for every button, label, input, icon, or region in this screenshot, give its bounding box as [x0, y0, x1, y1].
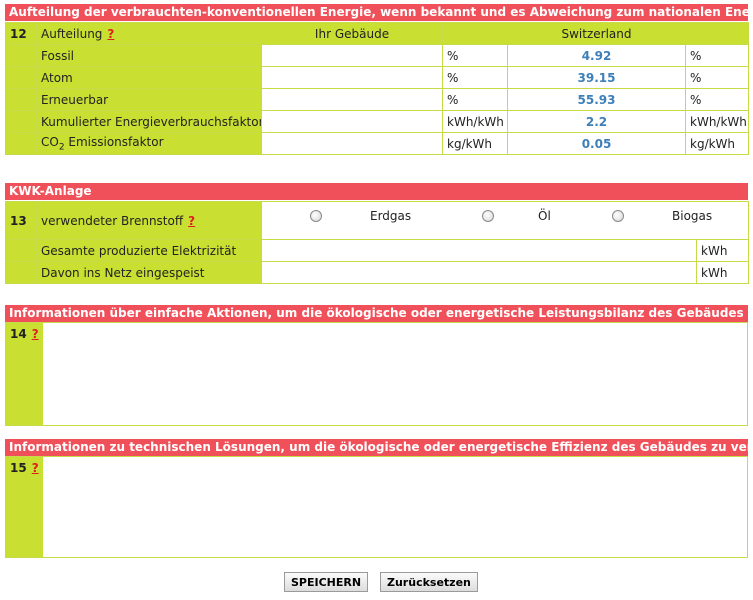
energy-factor-input[interactable]: [261, 110, 443, 133]
section-12-header: Aufteilung der verbrauchten-konventionel…: [5, 4, 748, 21]
unit-label: kWh: [696, 239, 749, 262]
section-15-side: 15?: [6, 457, 43, 557]
table-row: Gesamte produzierte Elektrizität kWh: [5, 239, 749, 262]
erdgas-label: Erdgas: [370, 209, 412, 223]
unit-label: %: [685, 88, 749, 111]
country-value: 39.15: [507, 66, 686, 89]
section-14-side: 14?: [6, 323, 43, 425]
unit-label: %: [442, 88, 508, 111]
col-country: Switzerland: [507, 22, 686, 45]
fossil-input[interactable]: [261, 44, 443, 67]
header-blank: [442, 22, 508, 45]
row-label: Erneuerbar: [36, 88, 262, 111]
erdgas-radio[interactable]: [310, 210, 322, 222]
row-spacer: [5, 88, 37, 111]
simple-actions-textarea[interactable]: [44, 323, 747, 425]
split-label-cell: Aufteilung?: [36, 22, 262, 45]
table-row: Atom % 39.15 %: [5, 66, 749, 89]
row-spacer: [5, 239, 37, 262]
country-value: 2.2: [507, 110, 686, 133]
reset-button[interactable]: Zurücksetzen: [380, 572, 478, 592]
co2-label-post: Emissionsfaktor: [64, 134, 164, 149]
unit-label: kWh: [696, 261, 749, 284]
section-number: 14: [10, 327, 27, 341]
row-label: CO2 Emissionsfaktor: [36, 132, 262, 155]
grid-feed-input[interactable]: [261, 261, 697, 284]
help-icon[interactable]: ?: [188, 214, 195, 228]
unit-label: %: [685, 44, 749, 67]
row-label: Kumulierter Energieverbrauchsfaktor: [36, 110, 262, 133]
biogas-radio[interactable]: [612, 210, 624, 222]
unit-label: %: [442, 66, 508, 89]
row-label: Gesamte produzierte Elektrizität: [36, 239, 262, 262]
co2-factor-input[interactable]: [261, 132, 443, 155]
row-spacer: [5, 66, 37, 89]
kwk-table: 13 verwendeter Brennstoff? Erdgas Öl Bio…: [5, 201, 749, 284]
row-spacer: [5, 44, 37, 67]
unit-label: %: [685, 66, 749, 89]
country-value: 55.93: [507, 88, 686, 111]
renewable-input[interactable]: [261, 88, 443, 111]
section-14-box: 14?: [5, 322, 748, 426]
produced-electricity-input[interactable]: [261, 239, 697, 262]
row-label: Atom: [36, 66, 262, 89]
energy-split-table: 12 Aufteilung? Ihr Gebäude Switzerland F…: [5, 22, 749, 155]
row-spacer: [5, 110, 37, 133]
fuel-label-cell: verwendeter Brennstoff?: [36, 201, 262, 240]
unit-label: kg/kWh: [685, 132, 749, 155]
country-value: 4.92: [507, 44, 686, 67]
fuel-row: 13 verwendeter Brennstoff? Erdgas Öl Bio…: [5, 201, 749, 240]
col-building: Ihr Gebäude: [261, 22, 443, 45]
country-value: 0.05: [507, 132, 686, 155]
fuel-options: Erdgas Öl Biogas: [261, 201, 749, 240]
table-row: Erneuerbar % 55.93 %: [5, 88, 749, 111]
help-icon[interactable]: ?: [107, 27, 114, 41]
table-row: Fossil % 4.92 %: [5, 44, 749, 67]
energy-split-header-row: 12 Aufteilung? Ihr Gebäude Switzerland: [5, 22, 749, 45]
header-blank: [685, 22, 749, 45]
oel-label: Öl: [538, 209, 551, 223]
fuel-label: verwendeter Brennstoff: [41, 213, 184, 228]
split-label: Aufteilung: [41, 26, 103, 41]
row-label: Davon ins Netz eingespeist: [36, 261, 262, 284]
section-number: 12: [5, 22, 37, 45]
unit-label: %: [442, 44, 508, 67]
row-spacer: [5, 261, 37, 284]
section-14-header: Informationen über einfache Aktionen, um…: [5, 305, 748, 322]
biogas-label: Biogas: [672, 209, 713, 223]
help-icon[interactable]: ?: [32, 461, 39, 475]
unit-label: kWh/kWh: [685, 110, 749, 133]
table-row: CO2 Emissionsfaktor kg/kWh 0.05 kg/kWh: [5, 132, 749, 155]
unit-label: kg/kWh: [442, 132, 508, 155]
atom-input[interactable]: [261, 66, 443, 89]
help-icon[interactable]: ?: [32, 327, 39, 341]
section-13-header: KWK-Anlage: [5, 183, 748, 200]
table-row: Kumulierter Energieverbrauchsfaktor kWh/…: [5, 110, 749, 133]
row-spacer: [5, 132, 37, 155]
section-number: 13: [5, 201, 37, 240]
section-15-header: Informationen zu technischen Lösungen, u…: [5, 439, 748, 456]
save-button[interactable]: SPEICHERN: [284, 572, 369, 592]
section-15-box: 15?: [5, 456, 748, 558]
technical-solutions-textarea[interactable]: [44, 457, 747, 557]
table-row: Davon ins Netz eingespeist kWh: [5, 261, 749, 284]
section-number: 15: [10, 461, 27, 475]
co2-label-pre: CO: [41, 134, 59, 149]
row-label: Fossil: [36, 44, 262, 67]
unit-label: kWh/kWh: [442, 110, 508, 133]
oel-radio[interactable]: [482, 210, 494, 222]
